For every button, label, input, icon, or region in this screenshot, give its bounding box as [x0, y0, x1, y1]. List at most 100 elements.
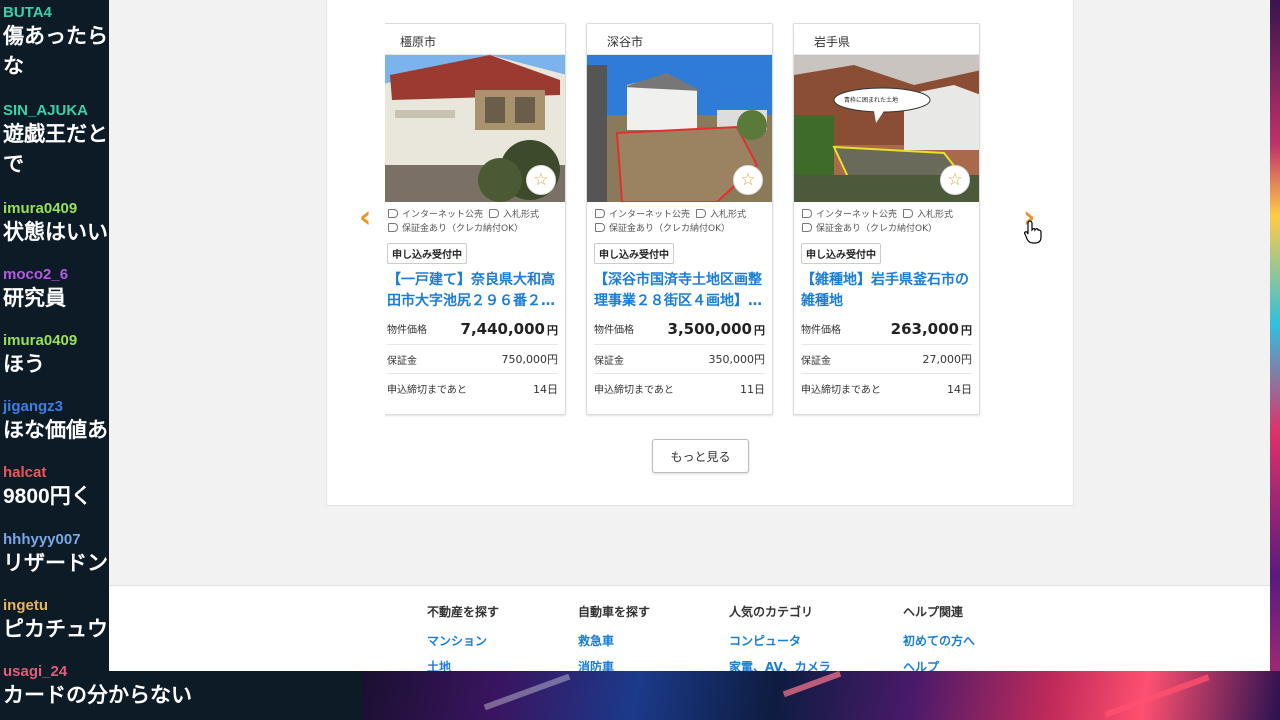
hand-pointer-icon — [1024, 220, 1042, 244]
star-icon[interactable]: ☆ — [733, 165, 763, 195]
footer-link[interactable]: 土地 — [427, 658, 499, 671]
deadline-row: 申込締切まであと 11日 — [594, 374, 765, 403]
price-row: 物件価格 3,500,000 円 — [594, 312, 765, 345]
price-unit: 円 — [547, 323, 558, 337]
listing-title-link[interactable]: 【雑種地】岩手県釜石市の雑種地 — [801, 270, 971, 312]
site-footer: 不動産を探す マンション 土地 自動車を探す 救急車 消防車 人気のカテゴリ コ… — [109, 585, 1270, 671]
footer-heading: 自動車を探す — [578, 605, 651, 619]
deadline-row: 申込締切まであと 14日 — [387, 374, 558, 403]
deposit-label: 保証金 — [387, 355, 417, 367]
listing-title-link[interactable]: 【深谷市国済寺土地区画整理事業２８街区４画地】… — [594, 270, 764, 312]
listing-tags: インターネット公売 入札形式 保証金あり（クレカ納付OK） — [385, 202, 565, 236]
footer-column: 不動産を探す マンション 土地 — [427, 603, 499, 671]
deadline-value: 14日 — [947, 382, 972, 396]
chat-panel-bottom: usagi_24 カードの分からない — [0, 663, 362, 720]
listing-tags: インターネット公売 入札形式 保証金あり（クレカ納付OK） — [794, 202, 979, 236]
chat-message: halcat 9800円く — [3, 464, 92, 512]
footer-link[interactable]: 救急車 — [578, 632, 650, 649]
tag-item: 入札形式 — [903, 209, 953, 220]
footer-link[interactable]: ヘルプ — [903, 658, 975, 671]
listing-photo[interactable]: ☆ — [587, 55, 772, 202]
deadline-label: 申込締切まであと — [387, 385, 467, 396]
chat-message: moco2_6 研究員 — [3, 266, 68, 314]
listing-photo[interactable]: 青枠に囲まれた土地 ☆ — [794, 55, 979, 202]
tag-icon — [802, 223, 812, 232]
stream-background-bottom — [362, 670, 1280, 720]
star-icon[interactable]: ☆ — [526, 165, 556, 195]
chat-message: imura0409 ほう — [3, 332, 77, 380]
status-badge: 申し込み受付中 — [387, 243, 467, 264]
chat-username: hhhyyy007 — [3, 531, 81, 548]
tag-icon — [595, 209, 605, 218]
price-unit: 円 — [961, 323, 972, 337]
chat-username: moco2_6 — [3, 266, 69, 283]
tag-item: 保証金あり（クレカ納付OK） — [388, 223, 523, 234]
chat-text: な — [3, 55, 24, 78]
footer-link[interactable]: マンション — [427, 632, 499, 649]
footer-link[interactable]: 家電、AV、カメラ — [729, 658, 831, 671]
footer-column: ヘルプ関連 初めての方へ ヘルプ — [903, 603, 975, 671]
tag-item: 保証金あり（クレカ納付OK） — [802, 223, 937, 234]
tag-icon — [696, 209, 707, 218]
deadline-value: 14日 — [533, 382, 558, 396]
footer-link[interactable]: コンピュータ — [729, 632, 831, 649]
tag-item: 保証金あり（クレカ納付OK） — [595, 223, 730, 234]
deadline-label: 申込締切まであと — [594, 385, 674, 396]
price-unit: 円 — [754, 323, 765, 337]
status-badge: 申し込み受付中 — [594, 243, 674, 264]
chevron-left-icon[interactable]: ‹ — [359, 200, 371, 235]
chat-username: imura0409 — [3, 332, 78, 349]
chat-message: imura0409 状態はいい — [3, 200, 108, 248]
chat-text: 状態はいい — [3, 221, 108, 244]
tag-icon — [595, 223, 605, 232]
chat-username: halcat — [3, 464, 47, 481]
footer-column: 人気のカテゴリ コンピュータ 家電、AV、カメラ — [729, 603, 831, 671]
status-badge: 申し込み受付中 — [801, 243, 881, 264]
footer-heading: 人気のカテゴリ — [729, 605, 814, 619]
deadline-label: 申込締切まであと — [801, 385, 881, 396]
price-label: 物件価格 — [594, 324, 634, 336]
chat-message: BUTA4 傷あったら な — [3, 4, 108, 82]
chat-text: で — [3, 153, 24, 176]
listing-card[interactable]: 橿原市 ☆ インターネット公売 入札形式 保証金あり（クレカ納付OK） 申し込み… — [385, 23, 566, 415]
tag-item: インターネット公売 — [388, 209, 483, 220]
price-value: 3,500,000 — [667, 319, 752, 338]
price-label: 物件価格 — [801, 324, 841, 336]
chat-username: imura0409 — [3, 200, 78, 217]
deposit-label: 保証金 — [801, 355, 831, 367]
chat-text: カードの分からない — [3, 684, 192, 707]
tag-icon — [903, 209, 914, 218]
listing-card[interactable]: 深谷市 ☆ インターネット公売 入札形式 保証金あり（クレカ納付OK） 申し込み… — [586, 23, 773, 415]
deposit-label: 保証金 — [594, 355, 624, 367]
footer-link[interactable]: 消防車 — [578, 658, 650, 671]
price-row: 物件価格 7,440,000 円 — [387, 312, 558, 345]
listing-photo[interactable]: ☆ — [385, 55, 565, 202]
price-label: 物件価格 — [387, 324, 427, 336]
chat-username: SIN_AJUKA — [3, 102, 89, 119]
listing-location: 深谷市 — [587, 24, 772, 55]
footer-heading: 不動産を探す — [427, 605, 500, 619]
tag-item: インターネット公売 — [802, 209, 897, 220]
tag-icon — [489, 209, 500, 218]
chat-text: ピカチュウ — [3, 618, 108, 641]
deposit-value: 750,000円 — [501, 353, 559, 366]
listing-title-link[interactable]: 【一戸建て】奈良県大和高田市大字池尻２９６番２… — [387, 270, 557, 312]
chat-text: リザードン — [3, 552, 108, 575]
listing-location: 岩手県 — [794, 24, 979, 55]
more-button[interactable]: もっと見る — [652, 439, 749, 473]
listing-card[interactable]: 岩手県 青枠に囲まれた土地 ☆ インターネット公売 入札形式 保証金あり（クレカ… — [793, 23, 980, 415]
deposit-row: 保証金 350,000円 — [594, 345, 765, 374]
footer-link[interactable]: 初めての方へ — [903, 632, 975, 649]
listing-tags: インターネット公売 入札形式 保証金あり（クレカ納付OK） — [587, 202, 772, 236]
tag-icon — [388, 209, 398, 218]
listing-location: 橿原市 — [385, 24, 565, 55]
chat-text: ほな価値あ — [3, 419, 108, 442]
listing-carousel: 橿原市 ☆ インターネット公売 入札形式 保証金あり（クレカ納付OK） 申し込み… — [385, 22, 995, 418]
chat-username: jigangz3 — [3, 398, 64, 415]
chat-text: 傷あったら — [3, 25, 108, 48]
chat-message: hhhyyy007 リザードン — [3, 531, 108, 579]
star-icon[interactable]: ☆ — [940, 165, 970, 195]
chat-panel: BUTA4 傷あったら な SIN_AJUKA 遊戯王だと で imura040… — [0, 0, 120, 720]
chat-text: 研究員 — [3, 287, 66, 310]
deposit-row: 保証金 27,000円 — [801, 345, 972, 374]
